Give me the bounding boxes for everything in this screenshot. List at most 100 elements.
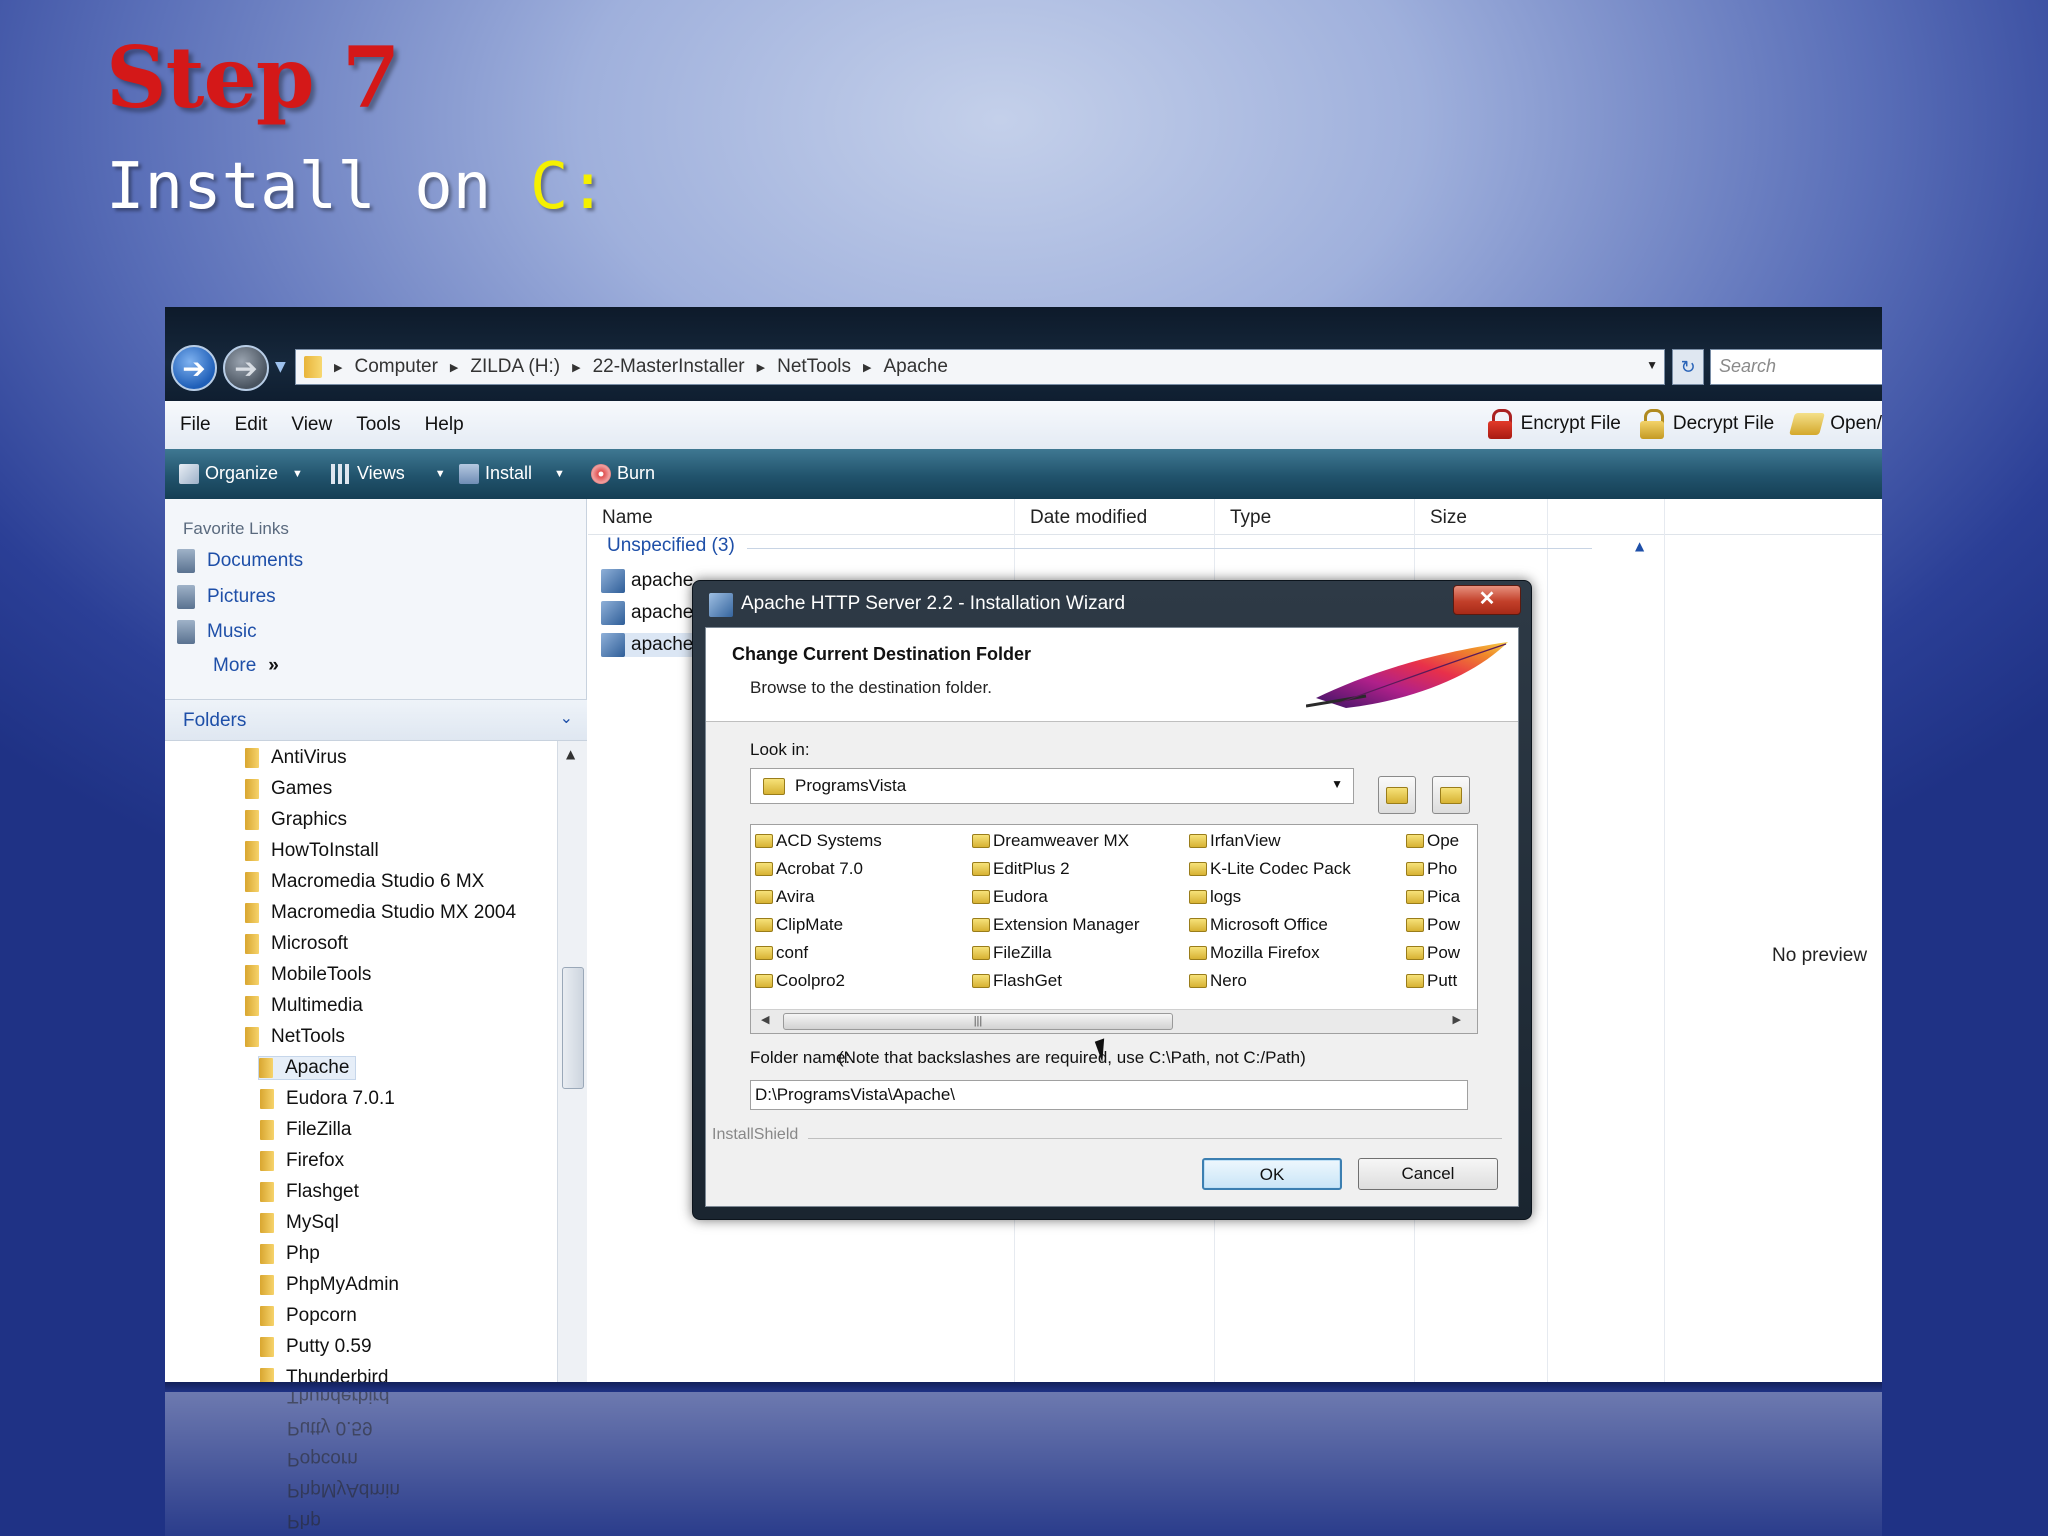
list-item[interactable]: Pho	[1406, 859, 1457, 879]
file-row-selected[interactable]: apache	[601, 633, 698, 657]
tree-item[interactable]: Macromedia Studio 6 MX	[245, 871, 484, 893]
tree-item[interactable]: MobileTools	[245, 964, 371, 986]
scroll-up-icon[interactable]: ▲	[566, 747, 575, 761]
menu-file[interactable]: File	[180, 414, 211, 436]
tree-item[interactable]: Eudora 7.0.1	[260, 1088, 395, 1110]
group-header[interactable]: Unspecified (3)	[607, 535, 735, 557]
list-item[interactable]: Dreamweaver MX	[972, 831, 1129, 851]
back-button[interactable]: ➔	[171, 345, 217, 391]
ok-button[interactable]: OK	[1202, 1158, 1342, 1190]
list-item[interactable]: ACD Systems	[755, 831, 882, 851]
chevron-down-icon[interactable]: ▼	[1646, 358, 1658, 372]
list-item[interactable]: Extension Manager	[972, 915, 1139, 935]
list-item[interactable]: Eudora	[972, 887, 1048, 907]
scrollbar-thumb[interactable]	[562, 967, 584, 1089]
list-item[interactable]: Ope	[1406, 831, 1459, 851]
list-item[interactable]: logs	[1189, 887, 1241, 907]
up-one-level-button[interactable]	[1378, 776, 1416, 814]
menu-help[interactable]: Help	[425, 414, 464, 436]
tree-item[interactable]: HowToInstall	[245, 840, 379, 862]
list-item[interactable]: ClipMate	[755, 915, 843, 935]
folder-name-note: (Note that backslashes are required, use…	[838, 1048, 1306, 1067]
encrypt-file-button[interactable]: Encrypt File	[1487, 409, 1621, 439]
breadcrumb-item[interactable]: Computer	[354, 356, 437, 378]
tree-item[interactable]: NetTools	[245, 1026, 345, 1048]
new-folder-button[interactable]	[1432, 776, 1470, 814]
folders-header[interactable]: Folders ⌄	[165, 699, 587, 741]
list-item[interactable]: Microsoft Office	[1189, 915, 1328, 935]
tree-item[interactable]: MySql	[260, 1212, 339, 1234]
list-item[interactable]: EditPlus 2	[972, 859, 1070, 879]
column-type[interactable]: Type	[1230, 507, 1271, 529]
search-input[interactable]: Search	[1710, 349, 1882, 385]
tree-item[interactable]: FileZilla	[260, 1119, 351, 1141]
list-item[interactable]: FlashGet	[972, 971, 1062, 991]
list-item[interactable]: Coolpro2	[755, 971, 845, 991]
favorite-music[interactable]: Music	[177, 620, 257, 644]
chevron-down-icon[interactable]: ▼	[1331, 777, 1343, 791]
cancel-button[interactable]: Cancel	[1358, 1158, 1498, 1190]
scrollbar-thumb[interactable]: |||	[783, 1013, 1173, 1030]
list-item[interactable]: conf	[755, 943, 808, 963]
chevron-down-icon[interactable]: ⌄	[560, 708, 573, 728]
tree-item[interactable]: Games	[245, 778, 332, 800]
views-button[interactable]: Views ▼	[331, 463, 446, 484]
list-scrollbar[interactable]: ◀ ||| ▶	[751, 1009, 1477, 1033]
tree-item[interactable]: Microsoft	[245, 933, 348, 955]
list-item[interactable]: K-Lite Codec Pack	[1189, 859, 1351, 879]
column-size[interactable]: Size	[1430, 507, 1467, 529]
favorite-pictures[interactable]: Pictures	[177, 585, 276, 609]
breadcrumb-item[interactable]: NetTools	[777, 356, 851, 378]
tree-item[interactable]: PhpMyAdmin	[260, 1274, 399, 1296]
menu-tools[interactable]: Tools	[356, 414, 400, 436]
tree-item-selected[interactable]: Apache	[258, 1056, 357, 1080]
refresh-button[interactable]: ↻	[1672, 349, 1704, 385]
tree-item[interactable]: Php	[260, 1243, 320, 1265]
list-item[interactable]: Nero	[1189, 971, 1247, 991]
tree-scrollbar[interactable]: ▲	[557, 741, 587, 1382]
column-date-modified[interactable]: Date modified	[1030, 507, 1147, 529]
decrypt-file-button[interactable]: Decrypt File	[1639, 409, 1774, 439]
tree-item[interactable]: Popcorn	[260, 1305, 357, 1327]
tree-item[interactable]: Graphics	[245, 809, 347, 831]
list-item[interactable]: IrfanView	[1189, 831, 1281, 851]
menu-edit[interactable]: Edit	[235, 414, 268, 436]
tree-item[interactable]: Macromedia Studio MX 2004	[245, 902, 516, 924]
scroll-left-icon[interactable]: ◀	[761, 1013, 769, 1026]
list-item[interactable]: Pow	[1406, 943, 1460, 963]
list-item[interactable]: Putt	[1406, 971, 1457, 991]
file-row[interactable]: apache	[601, 601, 693, 625]
address-input[interactable]: ▶ Computer ▶ ZILDA (H:) ▶ 22-MasterInsta…	[295, 349, 1665, 385]
column-name[interactable]: Name	[602, 507, 653, 529]
tree-item[interactable]: Putty 0.59	[260, 1336, 372, 1358]
look-in-select[interactable]: ProgramsVista ▼	[750, 768, 1354, 804]
collapse-icon[interactable]: ▲	[1635, 539, 1644, 553]
breadcrumb-item[interactable]: 22-MasterInstaller	[593, 356, 745, 378]
tree-item[interactable]: Thunderbird	[260, 1367, 388, 1382]
favorite-documents[interactable]: Documents	[177, 549, 303, 573]
tree-item[interactable]: Multimedia	[245, 995, 363, 1017]
breadcrumb-item[interactable]: ZILDA (H:)	[470, 356, 560, 378]
list-item[interactable]: FileZilla	[972, 943, 1052, 963]
open-button[interactable]: Open/	[1789, 412, 1882, 435]
forward-button[interactable]: ➔	[223, 345, 269, 391]
list-item[interactable]: Avira	[755, 887, 814, 907]
list-item[interactable]: Pow	[1406, 915, 1460, 935]
scroll-right-icon[interactable]: ▶	[1453, 1013, 1461, 1026]
recent-pages-dropdown[interactable]: ▼	[275, 359, 286, 375]
tree-item[interactable]: Firefox	[260, 1150, 344, 1172]
close-button[interactable]: ✕	[1453, 585, 1521, 615]
file-row[interactable]: apache	[601, 569, 693, 593]
tree-item[interactable]: AntiVirus	[245, 747, 347, 769]
burn-button[interactable]: Burn	[591, 463, 655, 484]
menu-view[interactable]: View	[291, 414, 332, 436]
list-item[interactable]: Acrobat 7.0	[755, 859, 863, 879]
favorite-more[interactable]: More »	[213, 655, 279, 677]
folder-name-input[interactable]: D:\ProgramsVista\Apache\	[750, 1080, 1468, 1110]
organize-button[interactable]: Organize ▼	[179, 463, 303, 484]
list-item[interactable]: Pica	[1406, 887, 1460, 907]
list-item[interactable]: Mozilla Firefox	[1189, 943, 1320, 963]
install-button[interactable]: Install ▼	[459, 463, 565, 484]
breadcrumb-item[interactable]: Apache	[883, 356, 947, 378]
tree-item[interactable]: Flashget	[260, 1181, 359, 1203]
